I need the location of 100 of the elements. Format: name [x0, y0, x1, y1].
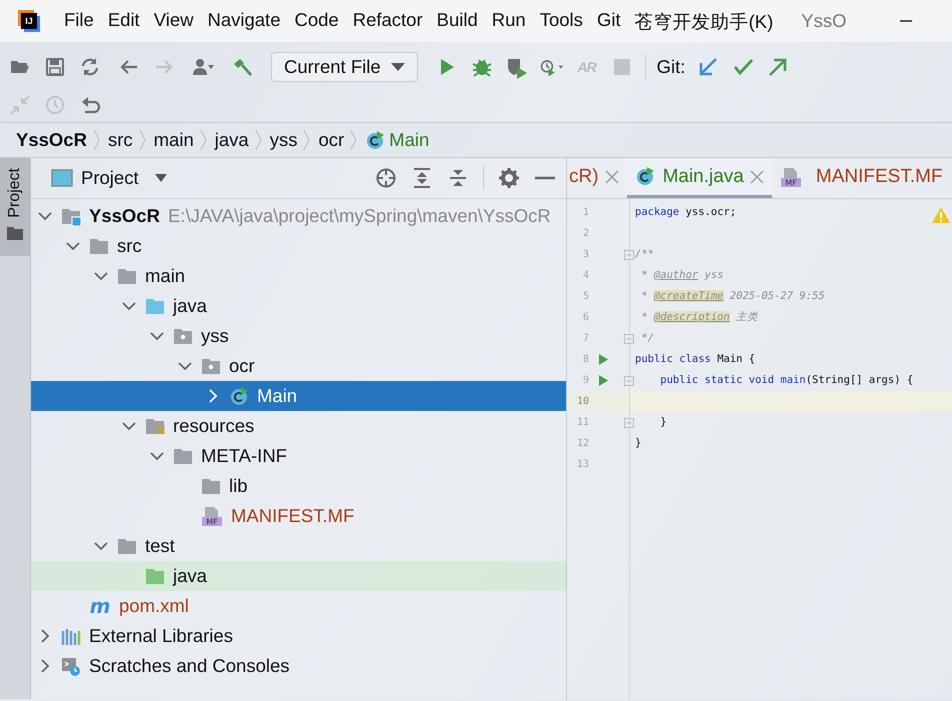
tree-row[interactable]: YssOcR E:\JAVA\java\project\mySpring\maven\YssOcR — [31, 201, 566, 231]
menu-item[interactable]: Build — [436, 8, 478, 34]
library-bars-icon — [61, 626, 81, 646]
tree-row[interactable]: Main — [31, 381, 566, 411]
collapse-all-icon[interactable] — [447, 167, 469, 189]
code-line: /** — [634, 247, 654, 262]
close-icon[interactable] — [750, 170, 764, 184]
code-line: public static void main(String[] args) { — [659, 373, 914, 388]
tree-item-label: Main — [257, 385, 298, 407]
breadcrumb-item[interactable]: Main — [365, 129, 430, 151]
fold-marker-icon[interactable] — [624, 250, 634, 260]
class-icon — [229, 386, 249, 406]
line-number: 7 — [582, 333, 589, 344]
tree-item-label: java — [173, 295, 207, 317]
tree-row[interactable]: java — [31, 291, 566, 321]
chevron-icon — [350, 129, 358, 151]
folder-icon — [201, 476, 221, 496]
menu-item[interactable]: Refactor — [352, 8, 423, 34]
up-right-arrow-icon[interactable] — [767, 56, 790, 78]
line-number: 1 — [582, 207, 589, 218]
tree-row[interactable]: java — [31, 561, 566, 591]
caret-icon — [390, 63, 405, 71]
code-line: public class Main { — [634, 352, 756, 367]
save-icon[interactable] — [44, 56, 66, 78]
breadcrumb-item[interactable]: src — [108, 129, 133, 151]
tree-row[interactable]: test — [31, 531, 566, 561]
tree-row[interactable]: External Libraries — [31, 621, 566, 651]
menu-item[interactable]: Navigate — [207, 8, 280, 34]
line-number: 13 — [576, 459, 589, 470]
chevron-icon — [138, 129, 146, 151]
tree-row[interactable]: src — [31, 231, 566, 261]
expand-all-icon[interactable] — [411, 167, 433, 189]
refresh-icon[interactable] — [79, 56, 101, 78]
tree-row[interactable]: resources — [31, 411, 566, 441]
fold-marker-icon[interactable] — [624, 334, 634, 344]
tree-item-label: MANIFEST.MF — [231, 505, 354, 527]
folder-icon — [7, 226, 23, 240]
down-left-arrow-icon[interactable] — [697, 56, 720, 78]
editor-tab[interactable]: MF MANIFEST.MF — [772, 158, 951, 198]
menu-item[interactable]: Run — [492, 8, 526, 34]
menu-item[interactable]: 苍穹开发助手(K) — [634, 8, 774, 34]
line-number: 11 — [576, 417, 589, 428]
close-icon[interactable] — [604, 170, 619, 184]
code-line: } — [634, 436, 642, 451]
panel-title[interactable]: Project — [81, 167, 139, 189]
tree-row[interactable]: yss — [31, 321, 566, 351]
tree-row[interactable]: lib — [31, 471, 566, 501]
fold-marker-icon[interactable] — [624, 376, 634, 386]
line-number: 8 — [582, 354, 589, 365]
breadcrumb-item[interactable]: YssOcR — [16, 129, 87, 151]
tree-row[interactable]: ocr — [31, 351, 566, 381]
tree-row[interactable]: MF MANIFEST.MF — [31, 501, 566, 531]
settings-icon[interactable] — [498, 167, 520, 189]
run-marker-icon[interactable] — [598, 354, 608, 365]
line-number: 2 — [582, 228, 589, 239]
tree-item-label: yss — [201, 325, 229, 347]
project-tool-tab[interactable]: Project — [0, 158, 30, 256]
menu-item[interactable]: Edit — [108, 8, 140, 34]
crosshair-icon[interactable] — [375, 167, 397, 189]
chevron-icon — [92, 129, 100, 151]
line-number: 3 — [582, 249, 589, 260]
git-label: Git: — [656, 56, 686, 78]
maven-icon: m — [89, 596, 111, 616]
line-number: 6 — [582, 312, 589, 323]
tree-item-label: main — [145, 265, 186, 287]
code-line: package yss.ocr; — [634, 205, 736, 220]
menu-item[interactable]: Git — [596, 8, 621, 34]
chevron-icon — [303, 129, 310, 151]
tree-item-label: YssOcR — [89, 205, 160, 227]
code-line: * @createTime 2025-05-27 9:55 — [640, 289, 825, 304]
tree-row[interactable]: m pom.xml — [31, 591, 566, 621]
breadcrumb-item[interactable]: java — [214, 129, 249, 151]
breadcrumb-item[interactable]: main — [154, 129, 194, 151]
tree-item-label: External Libraries — [89, 625, 233, 647]
tree-row[interactable]: main — [31, 261, 566, 291]
editor-tab[interactable]: cR) — [567, 158, 627, 198]
tree-item-label: java — [173, 565, 207, 587]
folder-icon — [173, 446, 193, 466]
breadcrumb-item[interactable]: yss — [270, 129, 298, 151]
tree-row[interactable]: META-INF — [31, 441, 566, 471]
editor-tab[interactable]: Main.java — [626, 158, 772, 198]
breadcrumb-item[interactable]: ocr — [318, 129, 344, 151]
tree-row[interactable]: Scratches and Consoles — [31, 651, 566, 681]
menu-item[interactable]: Tools — [540, 8, 583, 34]
tree-item-label: lib — [229, 475, 248, 497]
run-configuration-dropdown[interactable]: Current File — [271, 52, 418, 82]
line-number: 4 — [582, 270, 589, 281]
folder-icon — [117, 266, 137, 286]
window-icon — [51, 168, 73, 188]
menu-item[interactable]: View — [154, 8, 194, 34]
tree-item-label: pom.xml — [119, 595, 189, 617]
menu-item[interactable]: Code — [294, 8, 339, 34]
menu-item[interactable]: File — [64, 8, 94, 34]
tree-item-label: resources — [173, 415, 254, 437]
module-folder-icon — [61, 206, 81, 226]
code-line: */ — [640, 331, 654, 346]
console-clock-icon — [61, 656, 81, 676]
fold-marker-icon[interactable] — [624, 418, 634, 428]
folder-icon — [145, 296, 165, 316]
run-marker-icon[interactable] — [598, 375, 608, 386]
